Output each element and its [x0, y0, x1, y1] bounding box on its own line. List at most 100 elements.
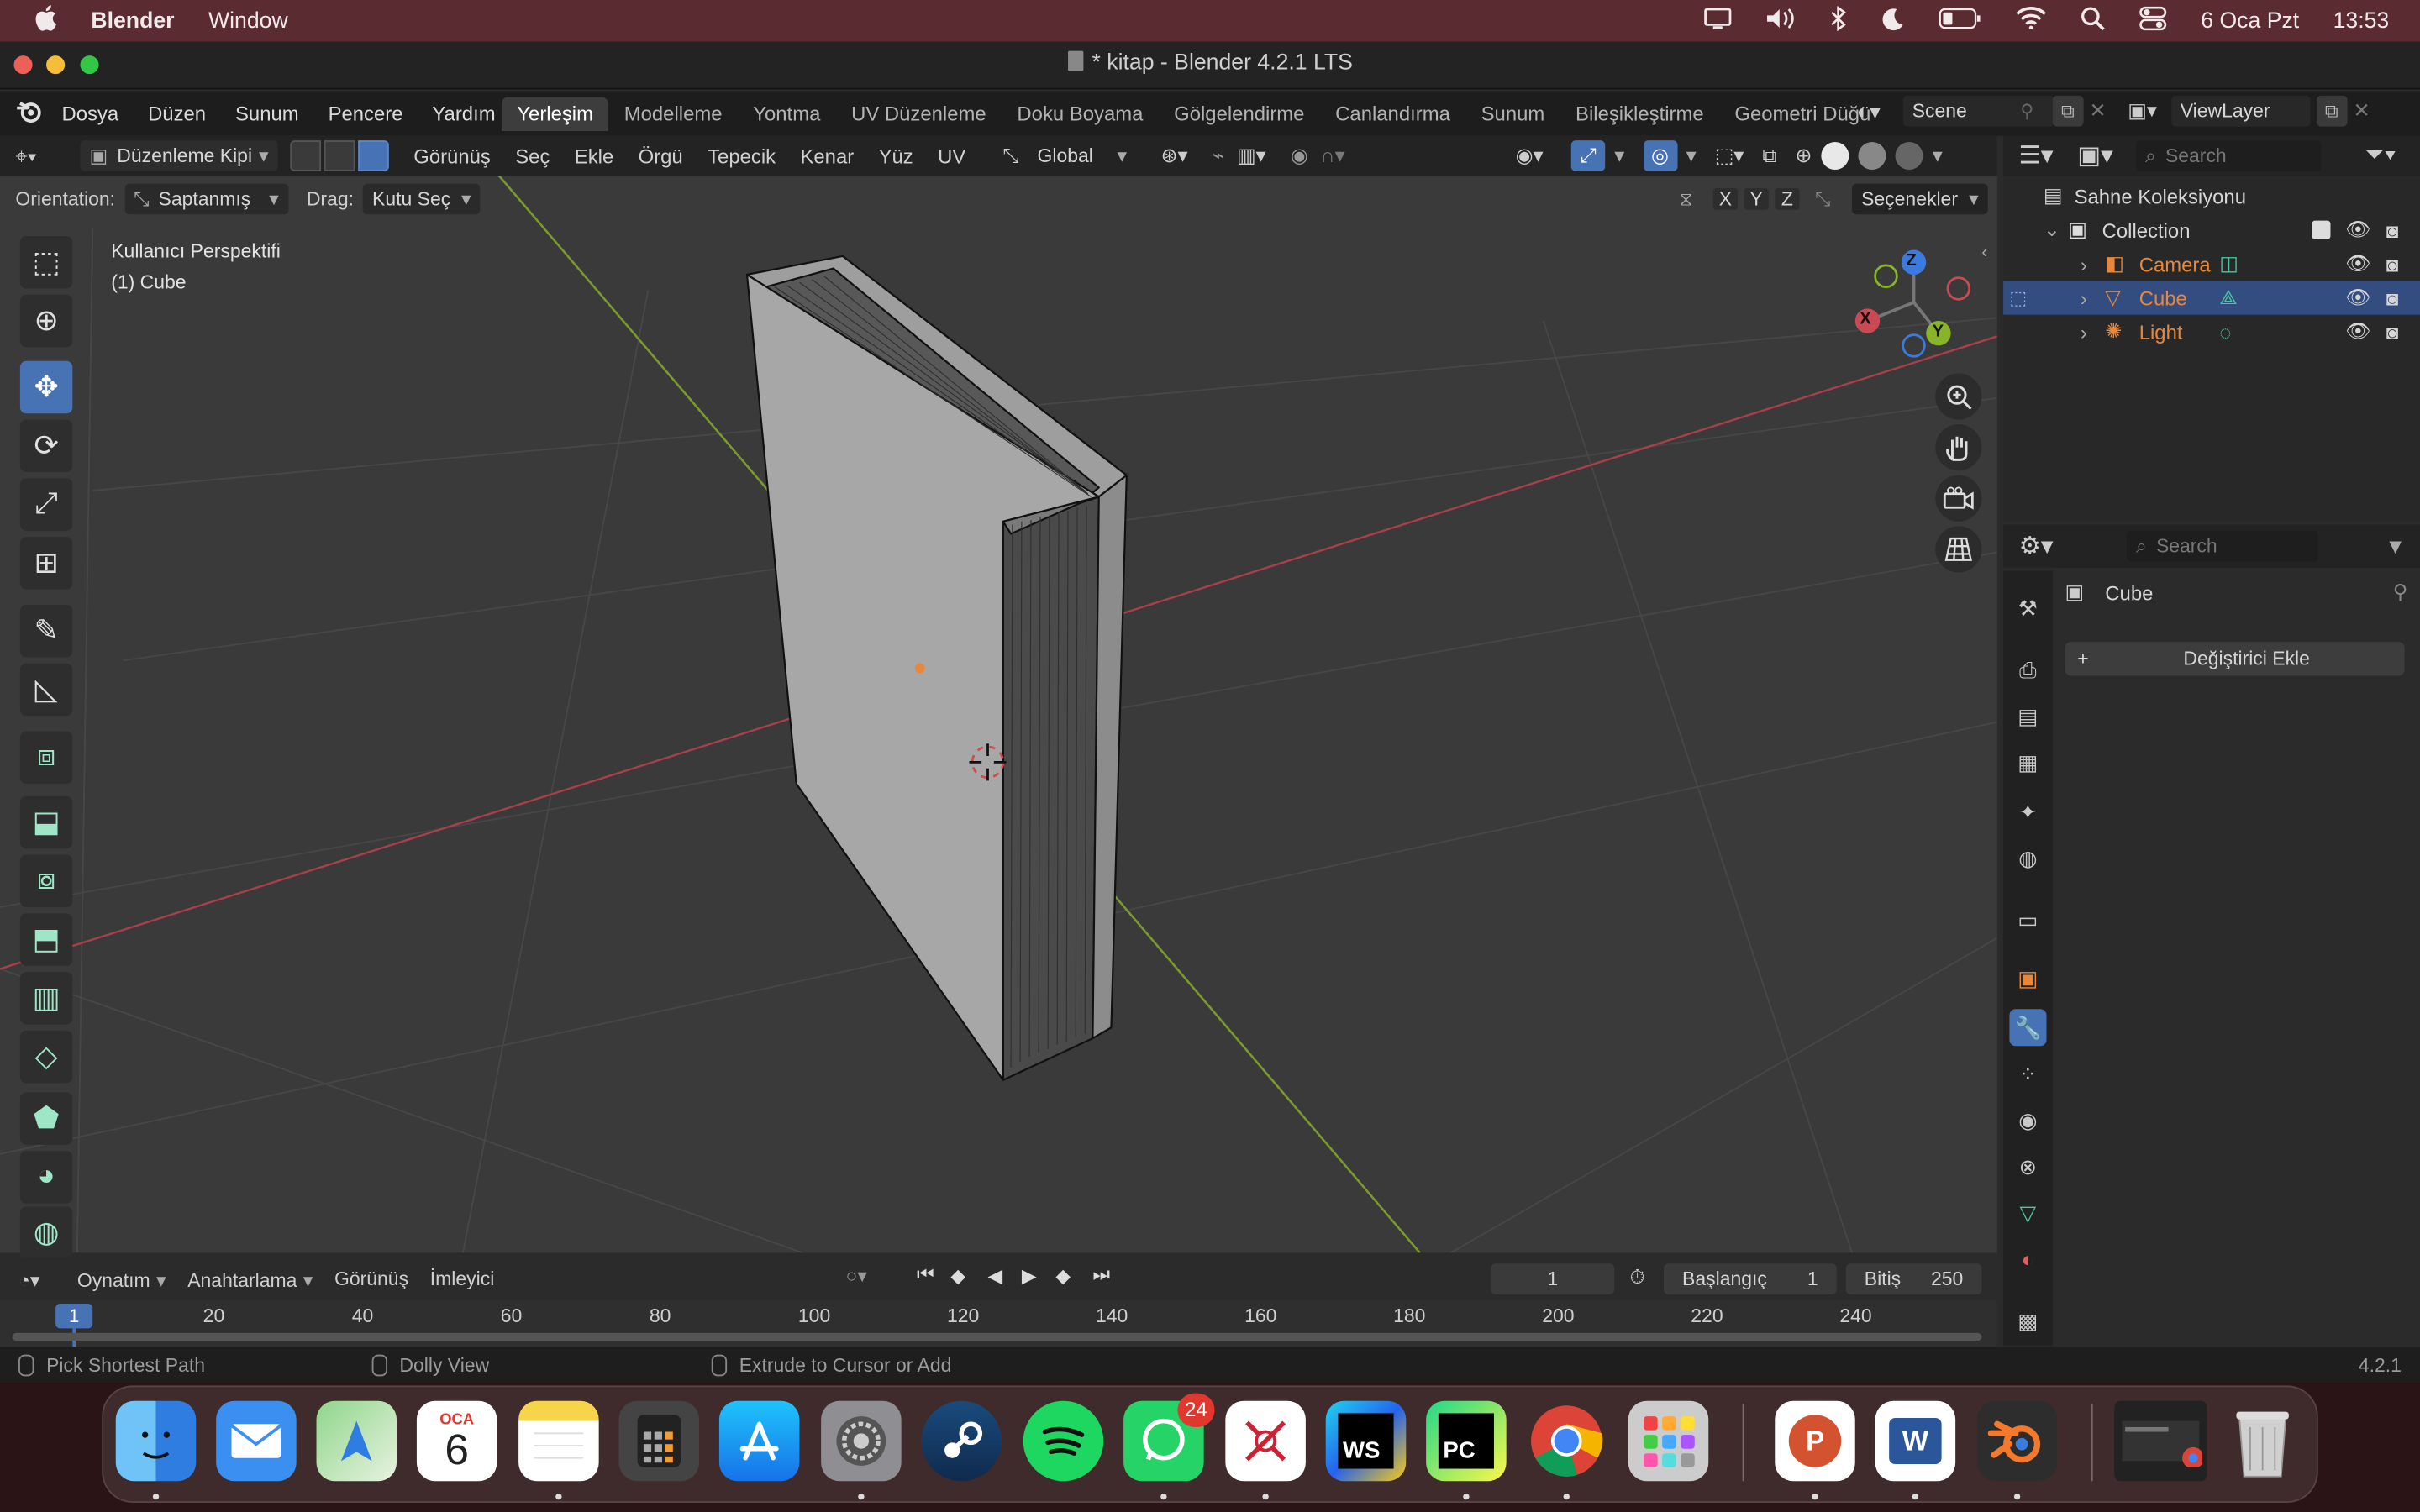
outliner-collection[interactable]: ⌄ ▣ Collection 👁 ◙ — [2003, 213, 2420, 246]
timeline-menu-imleyici[interactable]: İmleyici — [430, 1268, 495, 1290]
visibility-eye-icon[interactable]: 👁 — [2345, 251, 2370, 276]
viewport-menu-kenar[interactable]: Kenar — [800, 144, 854, 168]
render-camera-icon[interactable]: ◙ — [2386, 252, 2398, 276]
trash-app[interactable] — [2223, 1401, 2303, 1482]
tab-bilesiklestirme[interactable]: Bileşikleştirme — [1560, 97, 1719, 131]
select-box-tool[interactable]: ⬚ — [19, 236, 73, 289]
maps-app[interactable] — [316, 1400, 397, 1482]
rotate-tool[interactable]: ⟳ — [19, 419, 73, 473]
apple-menu-icon[interactable] — [34, 4, 57, 38]
calendar-app[interactable]: OCA 6 — [416, 1400, 497, 1482]
add-modifier-button[interactable]: + Değiştirici Ekle — [2065, 642, 2405, 676]
pin-icon[interactable]: ⚲ — [2393, 580, 2408, 605]
object-tab-icon[interactable]: ▣ — [2009, 959, 2046, 996]
menu-duzen[interactable]: Düzen — [148, 102, 206, 125]
bluetooth-icon[interactable] — [1830, 4, 1846, 36]
outliner-item-cube[interactable]: ⬚ › ▽ Cube ⟁ 👁 ◙ — [2003, 281, 2420, 315]
viewport-menu-tepecik[interactable]: Tepecik — [708, 144, 776, 168]
viewport-menu-orgu[interactable]: Örgü — [639, 144, 683, 168]
zoom-view-button[interactable] — [1935, 373, 1982, 420]
options-dropdown[interactable]: Seçenekler ▾ — [1852, 183, 1988, 215]
menu-yardim[interactable]: Yardım — [432, 102, 495, 125]
xray-toggle-icon[interactable]: ⧉ — [1762, 144, 1776, 168]
visibility-eye-icon[interactable]: 👁 — [2345, 286, 2370, 310]
preview-range-icon[interactable]: ⏱ — [1630, 1267, 1645, 1290]
viewport-menu-uv[interactable]: UV — [938, 144, 965, 168]
word-app[interactable]: W — [1875, 1400, 1956, 1482]
inset-faces-tool[interactable]: ⧇ — [19, 854, 73, 907]
light-data-icon[interactable]: ◌ — [2219, 320, 2250, 344]
pivot-point-icon[interactable]: ⊛▾ — [1160, 144, 1187, 168]
view-layer-tab-icon[interactable]: ▦ — [2009, 743, 2046, 780]
control-center-icon[interactable] — [2139, 5, 2167, 36]
menu-dosya[interactable]: Dosya — [61, 102, 118, 125]
collection-tab-icon[interactable]: ▭ — [2009, 901, 2046, 938]
measure-tool[interactable]: ◺ — [19, 663, 73, 717]
transform-tool[interactable]: ⊞ — [19, 537, 73, 590]
gizmo-options-icon[interactable]: ▾ — [1614, 144, 1624, 168]
snap-target-icon[interactable]: ▥▾ — [1237, 144, 1266, 168]
overlays-toggle-icon[interactable]: ◎ — [1643, 140, 1677, 171]
tab-doku-boyama[interactable]: Doku Boyama — [1002, 97, 1159, 131]
expand-chevron-icon[interactable]: › — [2081, 320, 2105, 344]
physics-tab-icon[interactable]: ◉ — [2009, 1101, 2046, 1138]
menu-pencere[interactable]: Pencere — [329, 102, 403, 125]
solid-shading-icon[interactable] — [1821, 141, 1849, 171]
smooth-tool[interactable]: ◍ — [19, 1206, 73, 1259]
new-view-layer-button[interactable]: ⧉ — [2316, 95, 2348, 127]
jump-to-start-icon[interactable]: ⏮ — [917, 1263, 944, 1287]
keying-icon[interactable]: ○▾ — [846, 1263, 889, 1287]
pycharm-app[interactable]: PC — [1426, 1400, 1507, 1482]
jump-to-keyframe-forward-icon[interactable]: ◆ — [1055, 1263, 1086, 1287]
pan-view-button[interactable] — [1935, 424, 1982, 471]
mirror-y-toggle[interactable]: Y — [1744, 188, 1769, 210]
moon-icon[interactable] — [1880, 5, 1904, 36]
delete-view-layer-button[interactable]: ✕ — [2353, 99, 2370, 123]
camera-data-icon[interactable]: ◫ — [2219, 251, 2250, 276]
new-scene-button[interactable]: ⧉ — [2052, 95, 2084, 127]
tool-tab-icon[interactable]: ⚒ — [2009, 590, 2046, 627]
notes-app[interactable] — [518, 1400, 599, 1482]
webstorm-app[interactable]: WS — [1325, 1400, 1407, 1482]
outliner-item-light[interactable]: › ✺ Light ◌ 👁 ◙ — [2003, 315, 2420, 349]
scale-tool[interactable]: ⤢ — [19, 478, 73, 531]
drag-selector[interactable]: Kutu Seç ▾ — [363, 182, 481, 214]
display-icon[interactable] — [1704, 7, 1732, 34]
tab-yerlesim[interactable]: Yerleşim — [501, 97, 609, 132]
cube-data-icon[interactable]: ⟁ — [2219, 286, 2250, 310]
knife-tool[interactable]: ◇ — [19, 1030, 73, 1084]
scene-tab-icon[interactable]: ✦ — [2009, 793, 2046, 830]
face-select-icon[interactable] — [358, 140, 389, 171]
start-frame-field[interactable]: Başlangıç 1 — [1663, 1263, 1837, 1295]
mirror-x-toggle[interactable]: X — [1712, 188, 1739, 210]
falloff-icon[interactable]: ∩▾ — [1320, 144, 1344, 168]
viewport-menu-yuz[interactable]: Yüz — [879, 144, 913, 168]
end-frame-field[interactable]: Bitiş 250 — [1845, 1263, 1982, 1295]
timeline-ruler[interactable]: 20 40 60 80 100 120 140 160 180 200 220 240 1 — [0, 1300, 1997, 1347]
outliner-scene-collection[interactable]: ▤ Sahne Koleksiyonu — [2003, 179, 2420, 213]
tab-uv-duzenleme[interactable]: UV Düzenleme — [836, 97, 1002, 131]
mirror-z-toggle[interactable]: Z — [1775, 188, 1800, 210]
snap-toggle-icon[interactable]: ⌁ — [1213, 144, 1224, 168]
expand-chevron-icon[interactable]: › — [2081, 286, 2105, 310]
current-frame-field[interactable]: 1 — [1491, 1263, 1615, 1295]
loop-cut-tool[interactable]: ▥ — [19, 972, 73, 1025]
filter-icon[interactable]: ⏷▾ — [2365, 142, 2396, 170]
scene-type-icon[interactable]: ◐▾ — [1857, 98, 1903, 124]
transform-orientation-selector[interactable]: Global ▾ — [1028, 140, 1137, 171]
collection-exclude-checkbox[interactable] — [2311, 220, 2330, 239]
display-mode-icon[interactable]: ▣▾ — [2077, 140, 2129, 171]
blender-app[interactable] — [1976, 1400, 2058, 1482]
editor-type-icon[interactable]: ⌖▾ — [15, 143, 67, 169]
powerpoint-app[interactable]: P — [1775, 1400, 1855, 1482]
spotify-app[interactable] — [1023, 1400, 1104, 1482]
view-layer-icon[interactable]: ▣▾ — [2128, 99, 2170, 123]
launchpad-app[interactable] — [1628, 1400, 1709, 1482]
viewport-menu-ekle[interactable]: Ekle — [575, 144, 613, 168]
outliner-item-camera[interactable]: › ◧ Camera ◫ 👁 ◙ — [2003, 247, 2420, 281]
system-settings-app[interactable] — [821, 1400, 902, 1482]
constraints-tab-icon[interactable]: ⊗ — [2009, 1148, 2046, 1185]
particles-tab-icon[interactable]: ⁘ — [2009, 1055, 2046, 1092]
edge-select-icon[interactable] — [324, 140, 355, 171]
timeline-scrollbar[interactable] — [12, 1332, 1982, 1341]
